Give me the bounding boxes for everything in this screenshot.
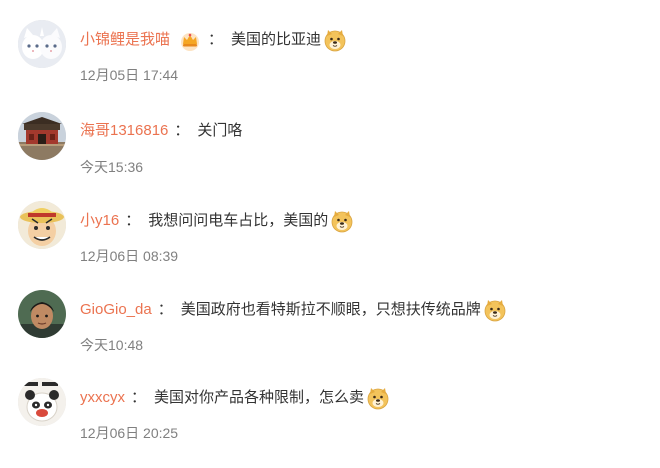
- comment-text: 美国对你产品各种限制，怎么卖: [154, 389, 365, 406]
- username-link[interactable]: GioGio_da: [80, 299, 152, 321]
- doge-emoji-icon: [367, 388, 389, 410]
- comment-item: 小y16 ： 我想问问电车占比，美国的 12月06日 08:39: [0, 201, 660, 291]
- separator: ：: [125, 212, 141, 229]
- doge-emoji-icon: [324, 30, 346, 52]
- comment-text: 美国的比亚迪: [231, 31, 322, 48]
- comment-item: GioGio_da ： 美国政府也看特斯拉不顺眼，只想扶传统品牌 今天10:48: [0, 290, 660, 380]
- comment-item: 小锦鲤是我喵 ： 美国的比亚迪 12月05日 17:44: [0, 20, 660, 110]
- separator: ：: [174, 122, 190, 139]
- white-cats-avatar-icon: [18, 20, 66, 68]
- separator: ：: [208, 31, 224, 48]
- avatar[interactable]: [18, 378, 66, 426]
- avatar[interactable]: [18, 201, 66, 249]
- comment-time: 今天10:48: [80, 337, 144, 353]
- comment-text: 我想问问电车占比，美国的: [148, 212, 329, 229]
- username-link[interactable]: 小锦鲤是我喵: [80, 29, 170, 51]
- doge-emoji-icon: [484, 300, 506, 322]
- username-link[interactable]: 海哥1316816: [80, 120, 168, 142]
- separator: ：: [131, 389, 147, 406]
- comment-text: 美国政府也看特斯拉不顺眼，只想扶传统品牌: [180, 301, 481, 318]
- separator: ：: [157, 301, 173, 318]
- comment-time: 今天15:36: [80, 159, 144, 175]
- username-link[interactable]: yxxcyx: [80, 387, 125, 409]
- palace-gate-avatar-icon: [18, 112, 66, 160]
- crown-icon[interactable]: [178, 29, 202, 51]
- straw-hat-avatar-icon: [18, 201, 66, 249]
- username-link[interactable]: 小y16: [80, 210, 119, 232]
- avatar[interactable]: [18, 290, 66, 338]
- panda-cartoon-avatar-icon: [18, 378, 66, 426]
- comment-time: 12月05日 17:44: [80, 67, 179, 83]
- doge-emoji-icon: [331, 211, 353, 233]
- comment-item: 海哥1316816 ： 关门咯 今天15:36: [0, 112, 660, 202]
- comment-time: 12月06日 08:39: [80, 248, 179, 264]
- avatar[interactable]: [18, 20, 66, 68]
- comment-time: 12月06日 20:25: [80, 425, 179, 441]
- avatar[interactable]: [18, 112, 66, 160]
- person-photo-avatar-icon: [18, 290, 66, 338]
- comment-text: 关门咯: [197, 122, 243, 139]
- comment-item: yxxcyx ： 美国对你产品各种限制，怎么卖 12月06日 20:25: [0, 378, 660, 468]
- comment-list: 小锦鲤是我喵 ： 美国的比亚迪 12月05日 17:44 海哥1316816 ：…: [0, 0, 660, 458]
